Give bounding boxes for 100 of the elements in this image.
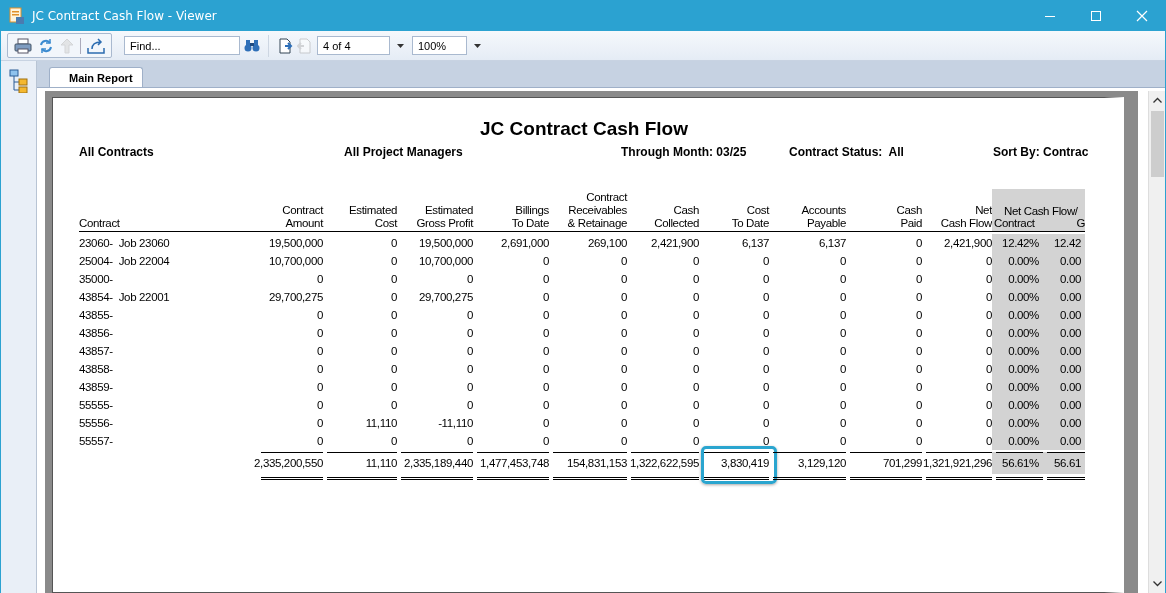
- table-cell: 10,700,000: [268, 255, 323, 267]
- table-cell-text: 0.00: [1060, 291, 1082, 303]
- table-cell-text: 0.00%: [1008, 399, 1040, 411]
- table-cell-text: 0.00%: [1008, 309, 1040, 321]
- table-cell: 0: [839, 291, 846, 303]
- column-header: Contract Receivables & Retainage: [549, 189, 627, 232]
- table-cell: 0: [692, 435, 699, 447]
- total-cell: 3,129,120: [798, 457, 846, 469]
- table-cell: 0: [316, 381, 323, 393]
- scroll-down-icon[interactable]: [1152, 581, 1162, 587]
- next-page-button[interactable]: [277, 36, 293, 55]
- table-cell: 269,100: [587, 237, 627, 249]
- table-cell: 0: [839, 273, 846, 285]
- table-cell: 19,500,000: [268, 237, 323, 249]
- zoom-dropdown[interactable]: 100%: [412, 36, 467, 55]
- table-cell: 0: [466, 273, 473, 285]
- table-cell: 0: [692, 273, 699, 285]
- column-header: Contract: [79, 189, 257, 232]
- table-cell: 29,700,275: [268, 291, 323, 303]
- tree-icon[interactable]: [8, 69, 29, 93]
- column-header: Cost To Date: [699, 189, 769, 232]
- column-header: Contract Amount: [257, 189, 323, 232]
- table-cell: 0: [985, 255, 992, 267]
- table-cell-text: 12.42%: [1002, 237, 1040, 249]
- table-cell: 2,421,900: [651, 237, 699, 249]
- table-cell: 0: [762, 417, 769, 429]
- table-cell: 0: [915, 327, 922, 339]
- table-cell: 0: [839, 327, 846, 339]
- table-cell: 0: [985, 363, 992, 375]
- table-cell: 0: [316, 417, 323, 429]
- contract-code: 55556-: [79, 417, 113, 429]
- table-cell: 0: [542, 309, 549, 321]
- table-cell: 0: [316, 309, 323, 321]
- report-filter: Contract Status: All: [789, 145, 904, 159]
- contract-code: 43857-: [79, 345, 113, 357]
- table-cell: 0: [985, 435, 992, 447]
- table-cell: 0: [762, 309, 769, 321]
- table-cell: 0: [466, 363, 473, 375]
- table-cell-text: 0.00%: [1008, 363, 1040, 375]
- export-button[interactable]: [87, 36, 105, 55]
- total-cell: 1,477,453,748: [480, 457, 549, 469]
- contract-code: 55555-: [79, 399, 113, 411]
- print-button[interactable]: [14, 36, 32, 55]
- table-cell-text: 0.00: [1060, 435, 1082, 447]
- table-cell-text: 0.00: [1060, 417, 1082, 429]
- column-header: Cash Paid: [846, 189, 922, 232]
- table-cell: 0: [762, 435, 769, 447]
- table-cell: 0: [390, 237, 397, 249]
- table-cell: 11,110: [365, 417, 397, 429]
- page-dropdown[interactable]: 4 of 4: [317, 36, 390, 55]
- caret-icon[interactable]: [474, 43, 481, 48]
- table-cell: 0: [620, 363, 627, 375]
- refresh-button[interactable]: [38, 36, 54, 55]
- table-cell: 0: [316, 327, 323, 339]
- caret-icon[interactable]: [397, 43, 404, 48]
- table-cell: 0: [620, 255, 627, 267]
- find-field[interactable]: Find...: [124, 36, 240, 55]
- table-cell: 0: [316, 363, 323, 375]
- table-cell-text: 0.00%: [1008, 273, 1040, 285]
- report-tab[interactable]: Main Report: [49, 67, 143, 87]
- table-cell-text: 0.00: [1060, 399, 1082, 411]
- table-cell: 0: [542, 399, 549, 411]
- total-cell-text: 56.61: [1053, 457, 1082, 469]
- table-cell: 0: [915, 435, 922, 447]
- table-cell: 0: [620, 327, 627, 339]
- table-cell: 0: [839, 309, 846, 321]
- binoculars-icon[interactable]: [244, 38, 260, 53]
- close-icon[interactable]: [1136, 9, 1148, 22]
- table-cell: 0: [839, 381, 846, 393]
- scroll-thumb[interactable]: [1150, 111, 1164, 177]
- column-header: Cash Collected: [627, 189, 699, 232]
- table-cell-text: 0.00%: [1008, 381, 1040, 393]
- table-cell: 0: [692, 291, 699, 303]
- table-cell: 0: [390, 435, 397, 447]
- table-cell: 0: [985, 399, 992, 411]
- table-cell: 0: [692, 399, 699, 411]
- table-cell: 0: [316, 399, 323, 411]
- table-cell-text: 0.00%: [1008, 291, 1040, 303]
- table-cell-text: 0.00%: [1008, 435, 1040, 447]
- scroll-up-icon[interactable]: [1152, 97, 1162, 103]
- job-name: Job 22004: [118, 255, 170, 267]
- report-icon: [9, 6, 25, 25]
- table-cell: 0: [985, 291, 992, 303]
- total-cell: 154,831,153: [566, 457, 627, 469]
- table-cell: 0: [692, 381, 699, 393]
- table-cell: 0: [542, 327, 549, 339]
- column-header: Billings To Date: [473, 189, 549, 232]
- table-cell: 0: [839, 435, 846, 447]
- table-cell: 0: [985, 381, 992, 393]
- report-title: JC Contract Cash Flow: [479, 118, 689, 140]
- scrollbar[interactable]: [1148, 91, 1165, 593]
- table-cell: 0: [762, 381, 769, 393]
- maximize-icon[interactable]: [1090, 9, 1102, 22]
- table-cell: 0: [692, 327, 699, 339]
- total-cell: 3,830,419: [721, 457, 769, 469]
- table-cell: 10,700,000: [418, 255, 473, 267]
- total-cell: 1,322,622,595: [630, 457, 699, 469]
- table-cell: 0: [985, 327, 992, 339]
- table-cell: 0: [839, 345, 846, 357]
- table-cell: 0: [915, 273, 922, 285]
